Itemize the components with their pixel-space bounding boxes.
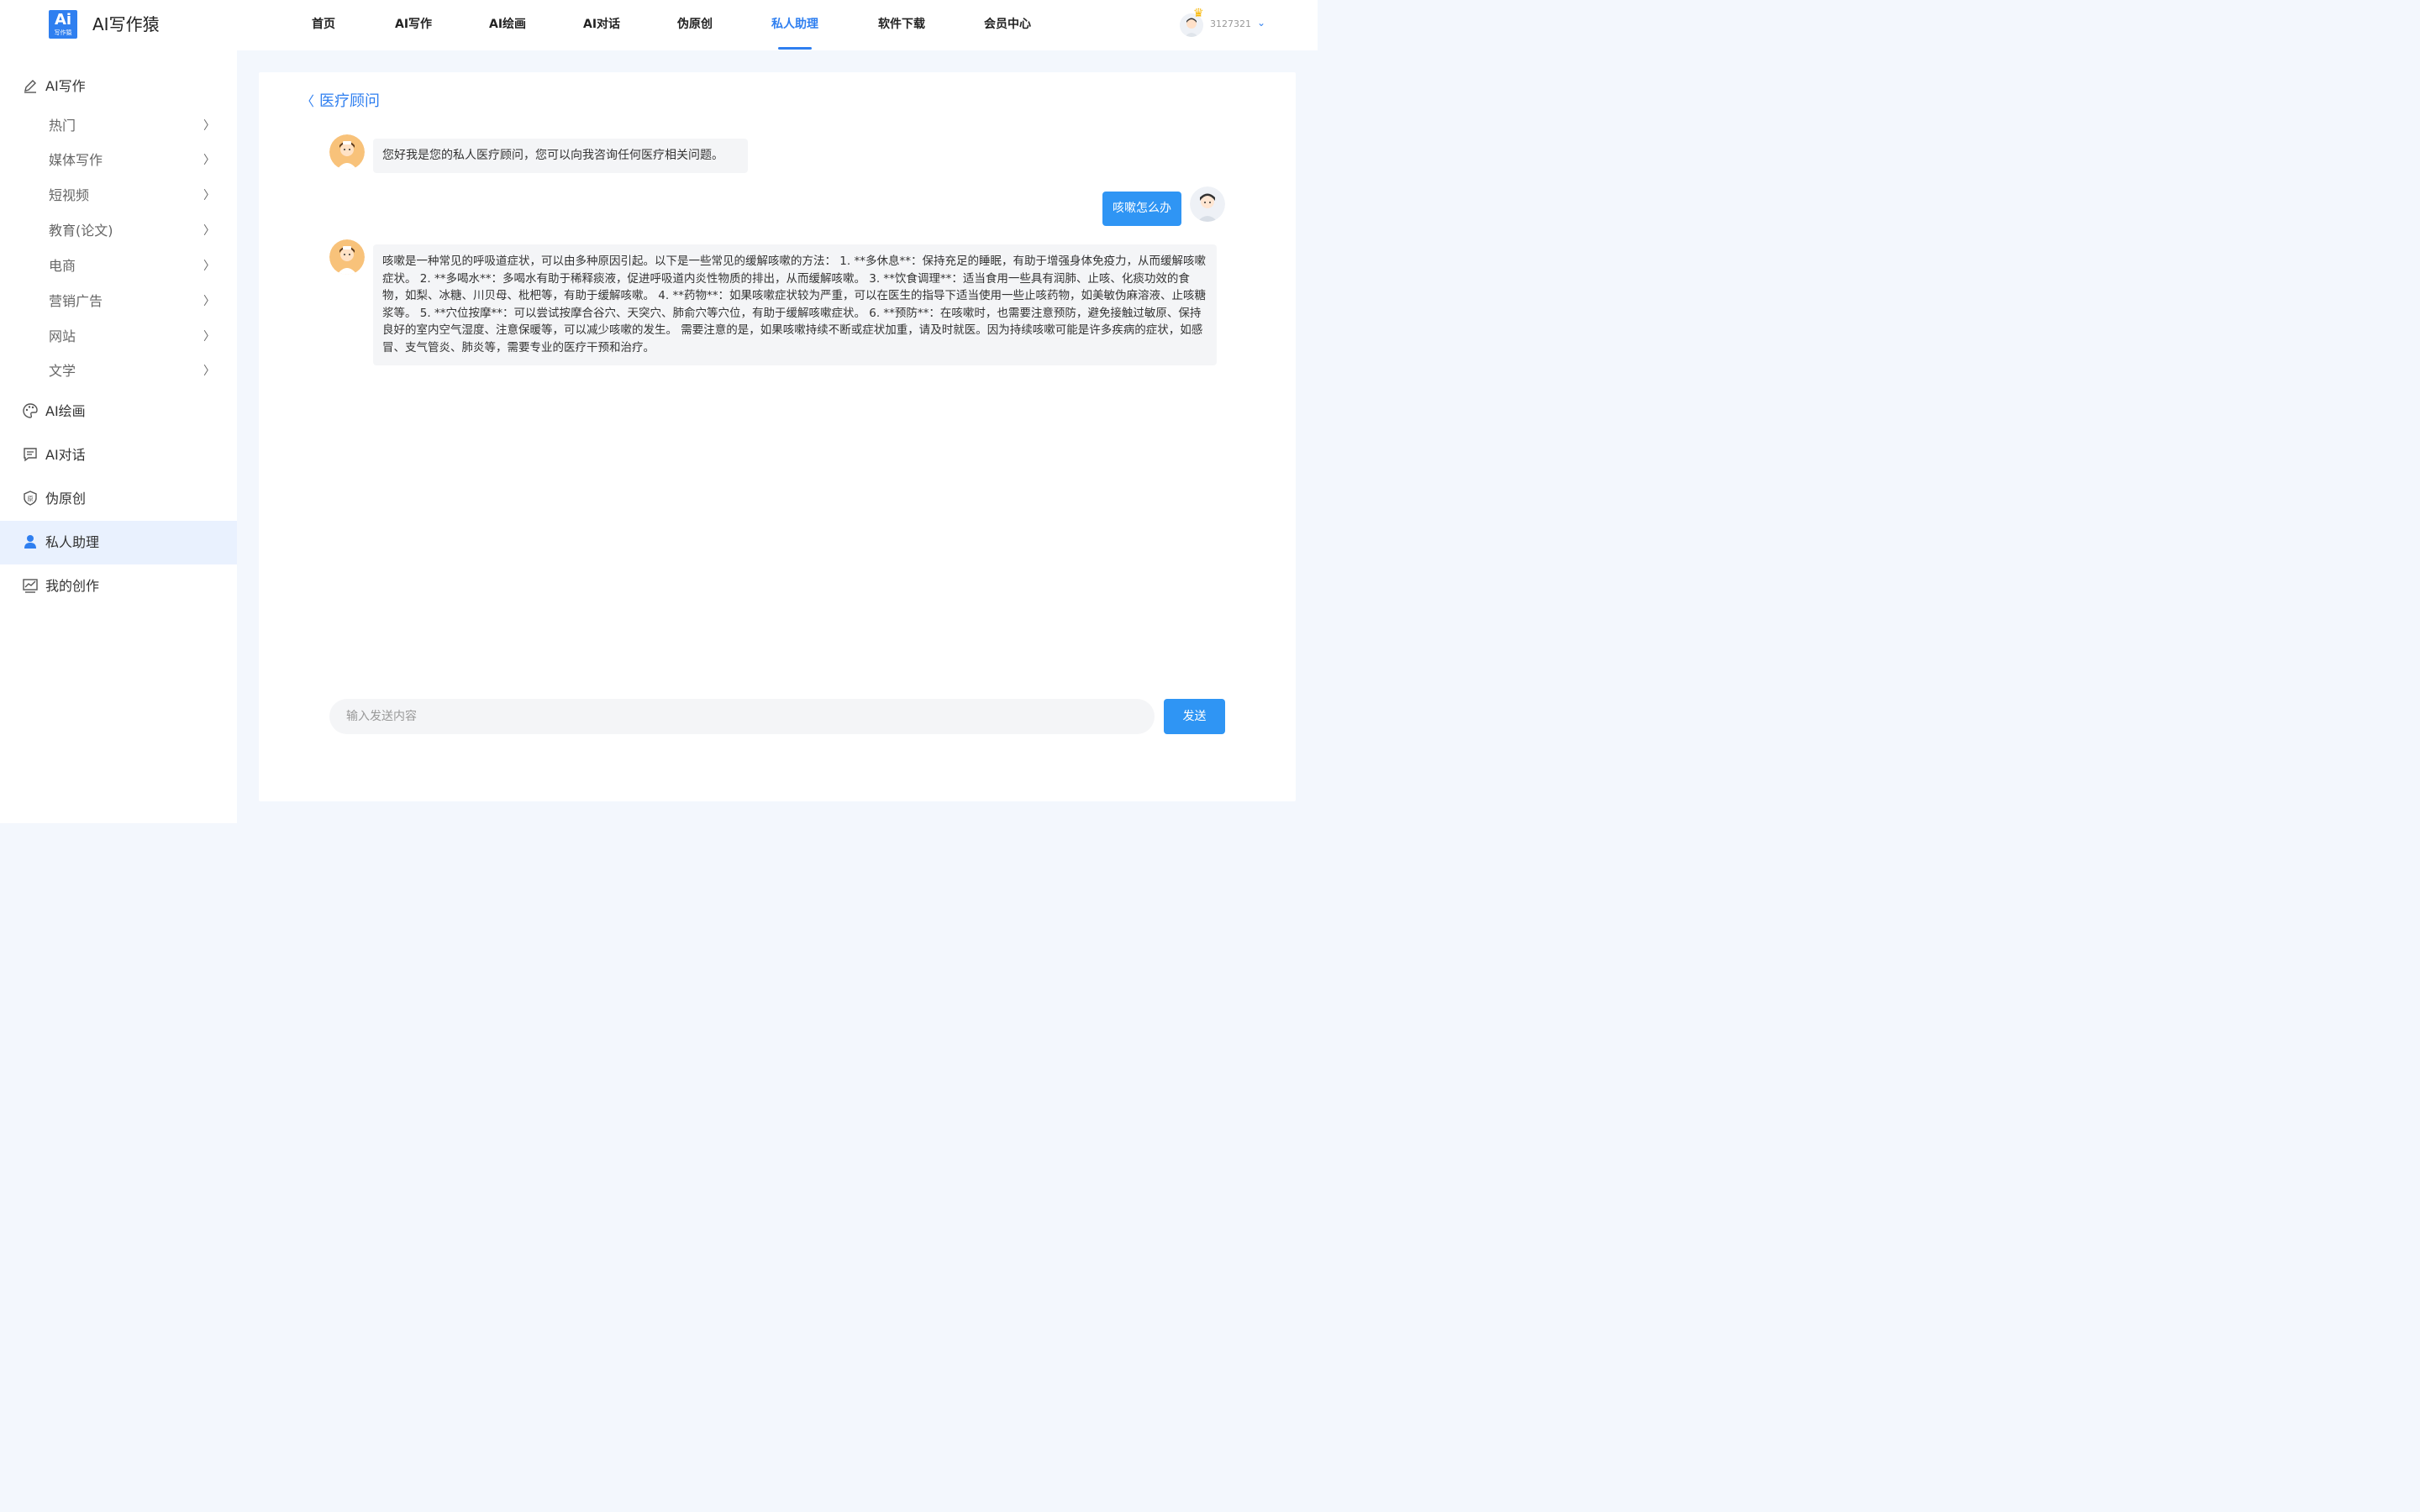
sidebar-ai-writing[interactable]: AI写作 <box>22 77 86 96</box>
chevron-right-icon: 〉 <box>203 365 215 378</box>
logo-text: Ai <box>54 11 72 29</box>
user-message-avatar <box>1190 186 1225 222</box>
sidebar-private-assistant-label: 私人助理 <box>45 534 100 550</box>
shield-icon: 原 <box>24 491 37 506</box>
sidebar-item-hot[interactable]: 热门 〉 <box>49 117 218 135</box>
nav-ai-writing[interactable]: AI写作 <box>395 17 432 32</box>
sidebar-item-label: 媒体写作 <box>49 152 103 168</box>
chat-panel: 〈医疗顾问 您好我是您的私人医疗顾问，您可以向我咨询任何医疗相关问题。 咳嗽怎么… <box>259 72 1296 801</box>
logo[interactable]: Ai 写作猿 <box>49 10 77 39</box>
sidebar-pseudo-original[interactable]: 原 伪原创 <box>22 490 86 508</box>
nav-ai-painting[interactable]: AI绘画 <box>489 17 526 32</box>
sidebar-my-creations-label: 我的创作 <box>45 578 100 594</box>
sidebar-item-literature[interactable]: 文学 〉 <box>49 362 218 381</box>
chat-title: 医疗顾问 <box>319 92 381 110</box>
sidebar: AI写作 热门〉 媒体写作〉 短视频〉 教育(论文) 〉 电商〉 营销广告〉 网站… <box>0 50 237 823</box>
sidebar-item-label: 热门 <box>49 118 76 134</box>
person-icon <box>24 535 36 549</box>
chevron-right-icon: 〉 <box>203 189 215 202</box>
user-icon <box>1190 186 1225 222</box>
message-input[interactable] <box>329 699 1153 734</box>
nav-active-indicator <box>778 47 812 50</box>
chevron-right-icon: 〉 <box>203 154 215 167</box>
nav-home[interactable]: 首页 <box>312 17 335 32</box>
sidebar-pseudo-original-label: 伪原创 <box>45 491 87 507</box>
chart-icon <box>23 579 38 593</box>
sidebar-item-media[interactable]: 媒体写作 〉 <box>49 151 218 170</box>
user-message: 咳嗽怎么办 <box>1102 192 1181 226</box>
bot-avatar <box>329 134 365 170</box>
top-bar: Ai 写作猿 AI写作猿 首页 AI写作 AI绘画 AI对话 伪原创 私人助理 … <box>0 0 1318 50</box>
send-button[interactable]: 发送 <box>1164 699 1225 734</box>
sidebar-item-education[interactable]: 教育(论文) 〉 <box>49 222 218 240</box>
sidebar-ai-chat[interactable]: AI对话 <box>22 446 86 465</box>
nav-pseudo-original[interactable]: 伪原创 <box>677 17 713 32</box>
logo-sub: 写作猿 <box>54 29 72 36</box>
sidebar-item-label: 文学 <box>49 363 76 379</box>
sidebar-my-creations[interactable]: 我的创作 <box>22 577 99 596</box>
chevron-right-icon: 〉 <box>203 224 215 238</box>
nav-ai-chat[interactable]: AI对话 <box>583 17 620 32</box>
chevron-right-icon: 〉 <box>203 260 215 273</box>
user-id: 3127321 <box>1210 18 1251 29</box>
back-link[interactable]: 〈医疗顾问 <box>301 91 380 113</box>
chevron-right-icon: 〉 <box>203 119 215 133</box>
sidebar-item-label: 教育(论文) <box>49 223 113 239</box>
sidebar-item-marketing[interactable]: 营销广告 〉 <box>49 292 218 311</box>
sidebar-item-label: 营销广告 <box>49 293 103 309</box>
nav-member-center[interactable]: 会员中心 <box>984 17 1031 32</box>
bot-message: 咳嗽是一种常见的呼吸道症状，可以由多种原因引起。以下是一些常见的缓解咳嗽的方法：… <box>373 244 1217 365</box>
doctor-icon <box>329 239 365 275</box>
bot-avatar <box>329 239 365 275</box>
chat-icon <box>24 448 37 462</box>
pen-icon <box>24 80 36 93</box>
sidebar-item-short-video[interactable]: 短视频 〉 <box>49 186 218 205</box>
chevron-right-icon: 〉 <box>203 330 215 344</box>
message-input-bar <box>329 699 1155 734</box>
sidebar-ai-chat-label: AI对话 <box>45 447 86 463</box>
sidebar-item-label: 网站 <box>49 328 76 344</box>
doctor-icon <box>329 134 365 170</box>
bot-message: 您好我是您的私人医疗顾问，您可以向我咨询任何医疗相关问题。 <box>373 139 748 173</box>
user-menu[interactable]: ♛ 3127321 ⌄ <box>1180 7 1272 39</box>
nav-private-assistant[interactable]: 私人助理 <box>771 17 818 32</box>
palette-icon <box>23 403 38 418</box>
sidebar-ai-writing-label: AI写作 <box>45 78 86 94</box>
chevron-right-icon: 〉 <box>203 295 215 308</box>
nav-software-download[interactable]: 软件下载 <box>878 17 925 32</box>
sidebar-item-website[interactable]: 网站 〉 <box>49 328 218 346</box>
sidebar-ai-painting-label: AI绘画 <box>45 403 86 419</box>
sidebar-ai-painting[interactable]: AI绘画 <box>22 402 86 421</box>
sidebar-private-assistant[interactable]: 私人助理 <box>22 533 99 552</box>
chevron-down-icon[interactable]: ⌄ <box>1257 17 1265 29</box>
crown-icon: ♛ <box>1193 7 1204 20</box>
sidebar-item-label: 短视频 <box>49 187 90 203</box>
svg-text:原: 原 <box>28 496 34 502</box>
chevron-left-icon: 〈 <box>301 93 315 109</box>
sidebar-item-label: 电商 <box>49 258 76 274</box>
brand-name[interactable]: AI写作猿 <box>92 13 160 35</box>
sidebar-item-ecommerce[interactable]: 电商 〉 <box>49 257 218 276</box>
